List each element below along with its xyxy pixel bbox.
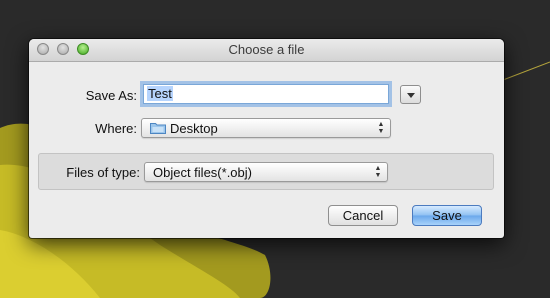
disclosure-triangle-icon bbox=[407, 93, 415, 98]
where-popup[interactable]: Desktop ▲ ▼ bbox=[141, 118, 391, 138]
file-type-popup[interactable]: Object files(*.obj) ▲ ▼ bbox=[144, 162, 388, 182]
file-name-input[interactable]: Test bbox=[143, 84, 389, 104]
cancel-button[interactable]: Cancel bbox=[328, 205, 398, 226]
file-name-value: Test bbox=[147, 86, 173, 101]
expand-button[interactable] bbox=[400, 85, 421, 104]
folder-icon bbox=[150, 123, 166, 134]
up-down-arrows-icon: ▲ ▼ bbox=[377, 121, 385, 135]
file-type-label: Files of type: bbox=[66, 165, 140, 180]
save-as-label: Save As: bbox=[85, 88, 137, 103]
file-type-value: Object files(*.obj) bbox=[153, 165, 252, 180]
title-bar[interactable]: Choose a file bbox=[29, 39, 504, 62]
choose-file-dialog: Choose a file Save As: Test Where: Deskt… bbox=[29, 39, 504, 238]
up-down-arrows-icon: ▲ ▼ bbox=[374, 165, 382, 179]
dialog-title: Choose a file bbox=[228, 42, 305, 57]
save-button[interactable]: Save bbox=[412, 205, 482, 226]
where-value: Desktop bbox=[170, 121, 218, 136]
where-label: Where: bbox=[95, 121, 137, 136]
